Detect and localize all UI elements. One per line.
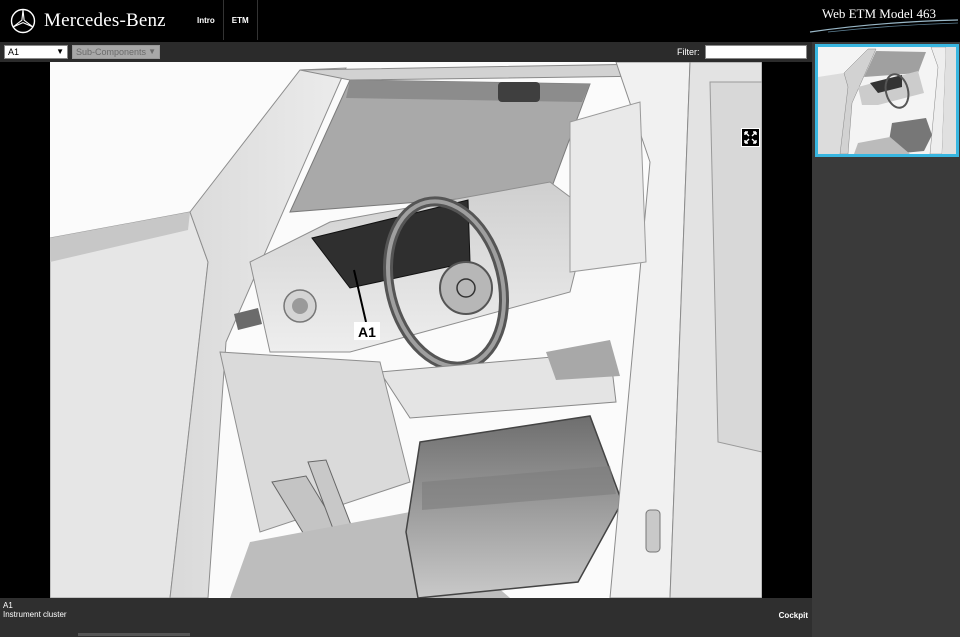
fullscreen-button[interactable] [741,128,760,147]
main-nav: Intro ETM [188,0,258,40]
nav-item-intro[interactable]: Intro [188,0,224,40]
expand-icon [744,131,757,144]
header-bar: Mercedes-Benz Intro ETM Web ETM Model 46… [0,0,960,42]
chevron-down-icon: ▼ [148,47,156,56]
horizontal-scrollbar[interactable] [78,633,190,636]
chevron-down-icon: ▼ [56,47,64,56]
brand-name: Mercedes-Benz [44,10,166,31]
brand-logo[interactable]: Mercedes-Benz [10,6,166,36]
callout-label: A1 [358,324,376,340]
nav-item-etm[interactable]: ETM [224,0,258,40]
title-swoosh-decoration [809,19,959,33]
thumbnail-panel [812,42,960,637]
component-code: A1 [3,601,13,610]
component-info-bar: A1 Instrument cluster Cockpit [0,598,812,637]
subcomponent-select-value: Sub-Components [76,47,147,57]
component-location: Cockpit [778,611,808,620]
component-select-value: A1 [8,47,20,57]
filter-input[interactable] [705,45,807,59]
component-name: Instrument cluster [3,610,67,619]
thumbnail-cockpit[interactable] [815,44,959,157]
filter-label: Filter: [677,47,700,57]
subcomponent-select[interactable]: Sub-Components ▼ [72,45,160,59]
component-select[interactable]: A1 ▼ [4,45,68,59]
toolbar: A1 ▼ Sub-Components ▼ Filter: [0,42,812,62]
component-viewer: A1 [0,62,812,598]
cockpit-illustration[interactable]: A1 [50,62,762,598]
app-title: Web ETM Model 463 [808,0,960,42]
three-pointed-star-icon [10,8,36,34]
